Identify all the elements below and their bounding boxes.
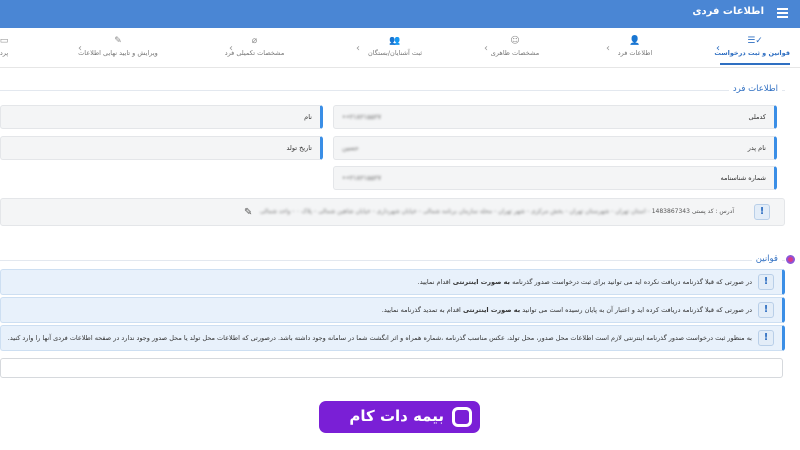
chevron-left-icon: ‹ <box>78 43 82 54</box>
chevron-left-icon: ‹ <box>484 43 488 54</box>
empty-input-box[interactable] <box>0 358 783 378</box>
hamburger-menu-icon[interactable] <box>777 8 788 18</box>
person-add-icon: 👤 <box>629 36 641 46</box>
info-icon: ! <box>758 274 774 290</box>
people-icon: 👥 <box>389 36 401 46</box>
national-code-field: کدملی ••۲۱۸۲۱۵۵۲۷ <box>333 105 777 129</box>
step-person-info[interactable]: 👤 اطلاعات فرد <box>615 35 655 57</box>
section-divider <box>0 260 785 261</box>
birth-date-field: تاریخ تولد <box>0 136 323 160</box>
step-edit-and-confirm[interactable]: ✎ ویرایش و تایید نهایی اطلاعات <box>68 35 168 57</box>
section-legend-rules: قوانین <box>751 254 782 264</box>
brand-logo-bimehdotcom: بیمه دات کام <box>319 401 480 433</box>
info-icon: ! <box>754 204 770 220</box>
step-rules-and-request[interactable]: ☰✓ قوانین و ثبت درخواست <box>714 35 790 65</box>
rule-item: ! به منظور ثبت درخواست صدور گذرنامه اینت… <box>0 325 785 351</box>
chevron-left-icon: ‹ <box>716 43 720 54</box>
step-relatives[interactable]: 👥 ثبت آشنایان/بستگان <box>360 35 430 57</box>
section-legend-person: اطلاعات فرد <box>728 84 782 94</box>
card-icon: ▭ <box>0 36 9 46</box>
father-name-field: نام پدر حسین <box>333 136 777 160</box>
info-icon: ! <box>758 302 774 318</box>
rule-item: ! در صورتی که قبلا گذرنامه دریافت کرده ا… <box>0 297 785 323</box>
brand-mark-icon <box>452 407 472 427</box>
edit-pencil-icon[interactable]: ✎ <box>244 206 257 219</box>
id-number-field: شماره شناسنامه ••۲۱۸۲۱۵۵۲۷ <box>333 166 777 190</box>
address-text: آدرس : کد پستی 1483867343 - استان تهران … <box>259 208 734 215</box>
step-appearance[interactable]: ☺ مشخصات ظاهری <box>485 35 545 57</box>
chevron-left-icon: ‹ <box>356 43 360 54</box>
address-row: ! آدرس : کد پستی 1483867343 - استان تهرا… <box>0 198 785 226</box>
info-icon: ! <box>758 330 774 346</box>
name-field: نام <box>0 105 323 129</box>
floating-widget-icon[interactable] <box>786 255 795 264</box>
wizard-stepper: ☰✓ قوانین و ثبت درخواست ‹ 👤 اطلاعات فرد … <box>0 30 800 68</box>
rule-item: ! در صورتی که قبلا گذرنامه دریافت نکرده … <box>0 269 785 295</box>
chevron-left-icon: ‹ <box>606 43 610 54</box>
edit-check-icon: ✎ <box>114 36 122 46</box>
page-title: اطلاعات فردی <box>692 6 764 17</box>
chevron-left-icon: ‹ <box>229 43 233 54</box>
face-icon: ☺ <box>510 36 520 46</box>
app-header: اطلاعات فردی <box>0 0 800 28</box>
list-check-icon: ☰✓ <box>747 36 763 46</box>
step-payment[interactable]: ▭ پرد <box>0 35 10 57</box>
section-divider <box>0 90 785 91</box>
